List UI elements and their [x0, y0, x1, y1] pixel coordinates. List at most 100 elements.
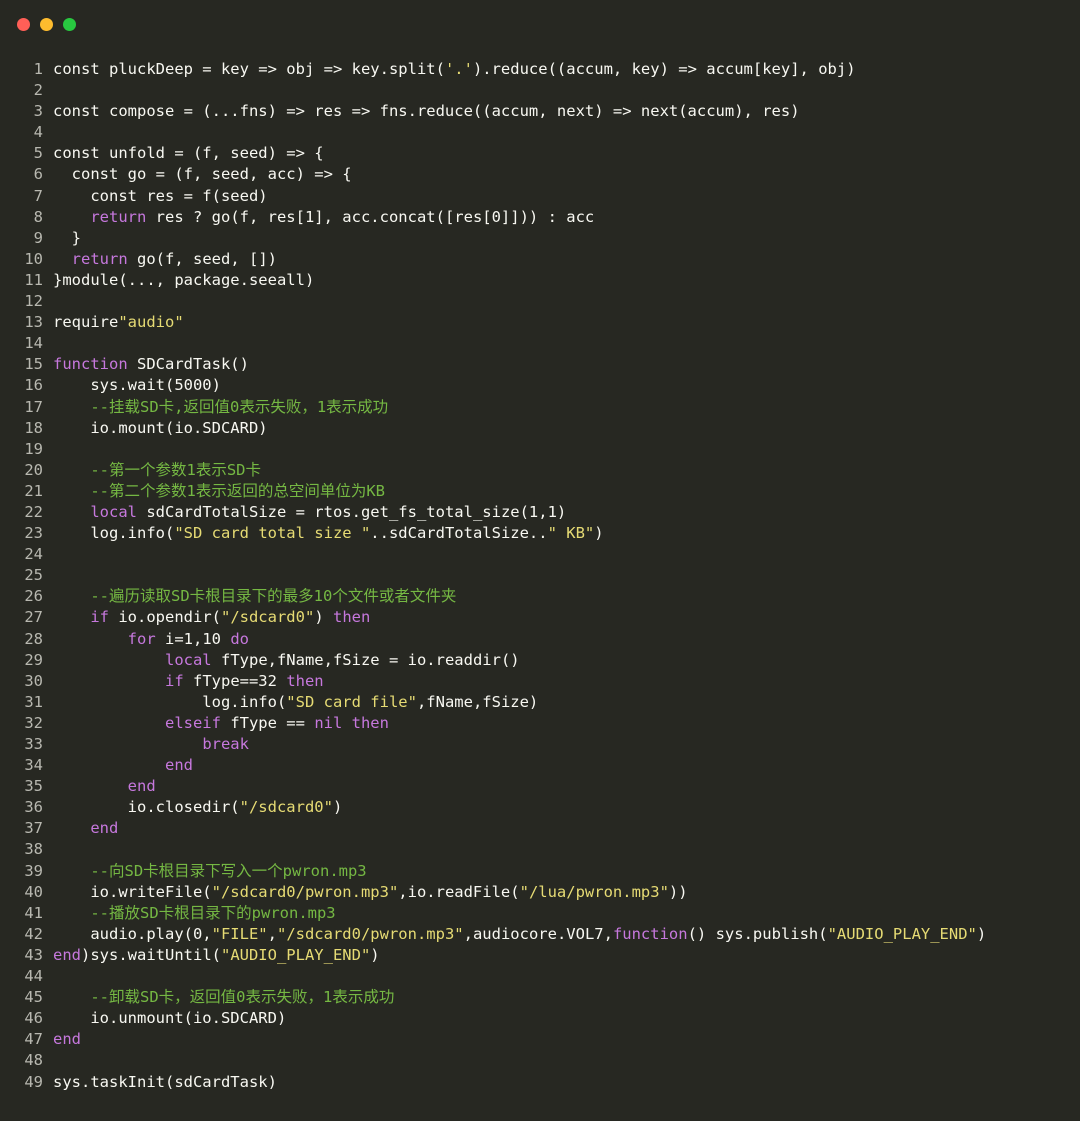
line-content: return res ? go(f, res[1], acc.concat([r… [53, 207, 594, 228]
code-line: 43 end)sys.waitUntil("AUDIO_PLAY_END") [0, 945, 1080, 966]
line-number: 7 [33, 186, 43, 205]
code-token-text: fType,fName,fSize = io.readdir() [211, 650, 520, 669]
code-line: 18 io.mount(io.SDCARD) [0, 418, 1080, 439]
line-number: 45 [24, 988, 43, 1007]
line-number: 24 [24, 545, 43, 564]
code-token-keyword: break [202, 735, 249, 753]
line-number: 13 [24, 313, 43, 332]
maximize-window-button[interactable] [63, 18, 76, 31]
code-editor[interactable]: 1 const pluckDeep = key => obj => key.spl… [0, 59, 1080, 1093]
code-token-comment: --第一个参数1表示SD卡 [53, 460, 261, 479]
line-content: io.closedir("/sdcard0") [53, 797, 343, 818]
code-line: 29 local fType,fName,fSize = io.readdir(… [0, 650, 1080, 671]
code-token-text: ) [332, 798, 343, 817]
line-content: if fType==32 then [53, 671, 324, 692]
close-window-button[interactable] [17, 18, 30, 31]
code-token-text: ) [314, 608, 333, 627]
line-number: 33 [24, 735, 43, 753]
line-number: 31 [24, 692, 43, 711]
code-token-text: const unfold = (f, seed) => { [53, 144, 324, 163]
line-number: 14 [24, 334, 43, 353]
code-line: 20 --第一个参数1表示SD卡 [0, 460, 1080, 481]
line-number: 2 [33, 81, 43, 100]
code-token-string: "AUDIO_PLAY_END" [220, 945, 371, 964]
code-token-string: "/lua/pwron.mp3" [519, 882, 669, 901]
code-token-text: const pluckDeep = key => obj => key.spli… [53, 60, 445, 78]
code-line: 46 io.unmount(io.SDCARD) [0, 1008, 1080, 1029]
line-content: io.writeFile("/sdcard0/pwron.mp3",io.rea… [53, 882, 687, 903]
code-token-comment: --卸载SD卡，返回值0表示失败，1表示成功 [53, 988, 395, 1007]
code-token-string: "SD card file" [286, 692, 417, 711]
code-token-keyword: if [164, 671, 184, 690]
code-line: 45 --卸载SD卡，返回值0表示失败，1表示成功 [0, 987, 1080, 1008]
code-line: 23 log.info("SD card total size "..sdCar… [0, 523, 1080, 544]
code-token-string: "/sdcard0" [239, 798, 333, 817]
line-number: 38 [24, 840, 43, 859]
code-line: 25 [0, 565, 1080, 586]
code-line: 30 if fType==32 then [0, 671, 1080, 692]
code-line: 38 [0, 839, 1080, 860]
code-line: 31 log.info("SD card file",fName,fSize) [0, 692, 1080, 713]
line-content: return go(f, seed, []) [53, 249, 277, 270]
code-token-text: io.writeFile( [53, 882, 212, 901]
line-content: const compose = (...fns) => res => fns.r… [53, 101, 800, 122]
line-number: 35 [24, 777, 43, 796]
code-line: 19 [0, 439, 1080, 460]
line-number: 44 [24, 967, 43, 986]
code-token-keyword: nil then [314, 713, 389, 732]
line-number: 47 [24, 1030, 43, 1049]
line-number: 27 [24, 608, 43, 627]
line-content: io.unmount(io.SDCARD) [53, 1008, 286, 1029]
line-content: log.info("SD card file",fName,fSize) [53, 692, 538, 713]
line-number: 23 [24, 524, 43, 543]
line-content: log.info("SD card total size "..sdCardTo… [53, 523, 603, 544]
line-content: end [53, 776, 156, 797]
line-content: --播放SD卡根目录下的pwron.mp3 [53, 903, 335, 924]
line-number: 6 [33, 165, 43, 184]
code-token-string: "audio" [118, 313, 184, 332]
line-number: 26 [24, 587, 43, 606]
code-token-text: audio.play(0, [53, 924, 212, 943]
line-content: --第二个参数1表示返回的总空间单位为KB [53, 481, 385, 502]
code-token-text: ) [370, 945, 380, 964]
code-token-keyword: then [332, 608, 371, 627]
line-content: function SDCardTask() [53, 354, 249, 375]
code-window: 1 const pluckDeep = key => obj => key.spl… [0, 0, 1080, 1121]
line-content: for i=1,10 do [53, 629, 249, 650]
line-number: 46 [24, 1009, 43, 1028]
code-line: 34 end [0, 755, 1080, 776]
line-number: 36 [24, 798, 43, 817]
line-number: 1 [33, 60, 43, 78]
code-token-text: sys.wait(5000) [53, 376, 221, 395]
code-line: 42 audio.play(0,"FILE","/sdcard0/pwron.m… [0, 924, 1080, 945]
code-token-keyword: local [90, 502, 137, 521]
code-token-comment: --向SD卡根目录下写入一个pwron.mp3 [53, 861, 367, 880]
minimize-window-button[interactable] [40, 18, 53, 31]
code-token-text: ,audiocore.VOL7, [463, 924, 613, 943]
code-token-keyword: function [53, 355, 128, 374]
line-content: --向SD卡根目录下写入一个pwron.mp3 [53, 861, 367, 882]
code-line: 9 } [0, 228, 1080, 249]
line-content: end [53, 1029, 81, 1050]
line-content: const pluckDeep = key => obj => key.spli… [53, 59, 856, 80]
line-number: 18 [24, 418, 43, 437]
code-token-text: ..sdCardTotalSize.. [370, 524, 548, 543]
code-line: 47 end [0, 1029, 1080, 1050]
code-line: 11}module(..., package.seeall) [0, 270, 1080, 291]
code-line: 5 const unfold = (f, seed) => { [0, 143, 1080, 164]
code-line: 13 require"audio" [0, 312, 1080, 333]
code-token-text: fType==32 [183, 671, 287, 690]
line-content: local fType,fName,fSize = io.readdir() [53, 650, 520, 671]
code-token-string: "/sdcard0" [220, 608, 315, 627]
code-line: 7 const res = f(seed) [0, 186, 1080, 207]
code-line: 39 --向SD卡根目录下写入一个pwron.mp3 [0, 861, 1080, 882]
code-token-text: io.mount(io.SDCARD) [53, 418, 268, 437]
line-number: 20 [24, 460, 43, 479]
line-number: 10 [24, 249, 43, 268]
